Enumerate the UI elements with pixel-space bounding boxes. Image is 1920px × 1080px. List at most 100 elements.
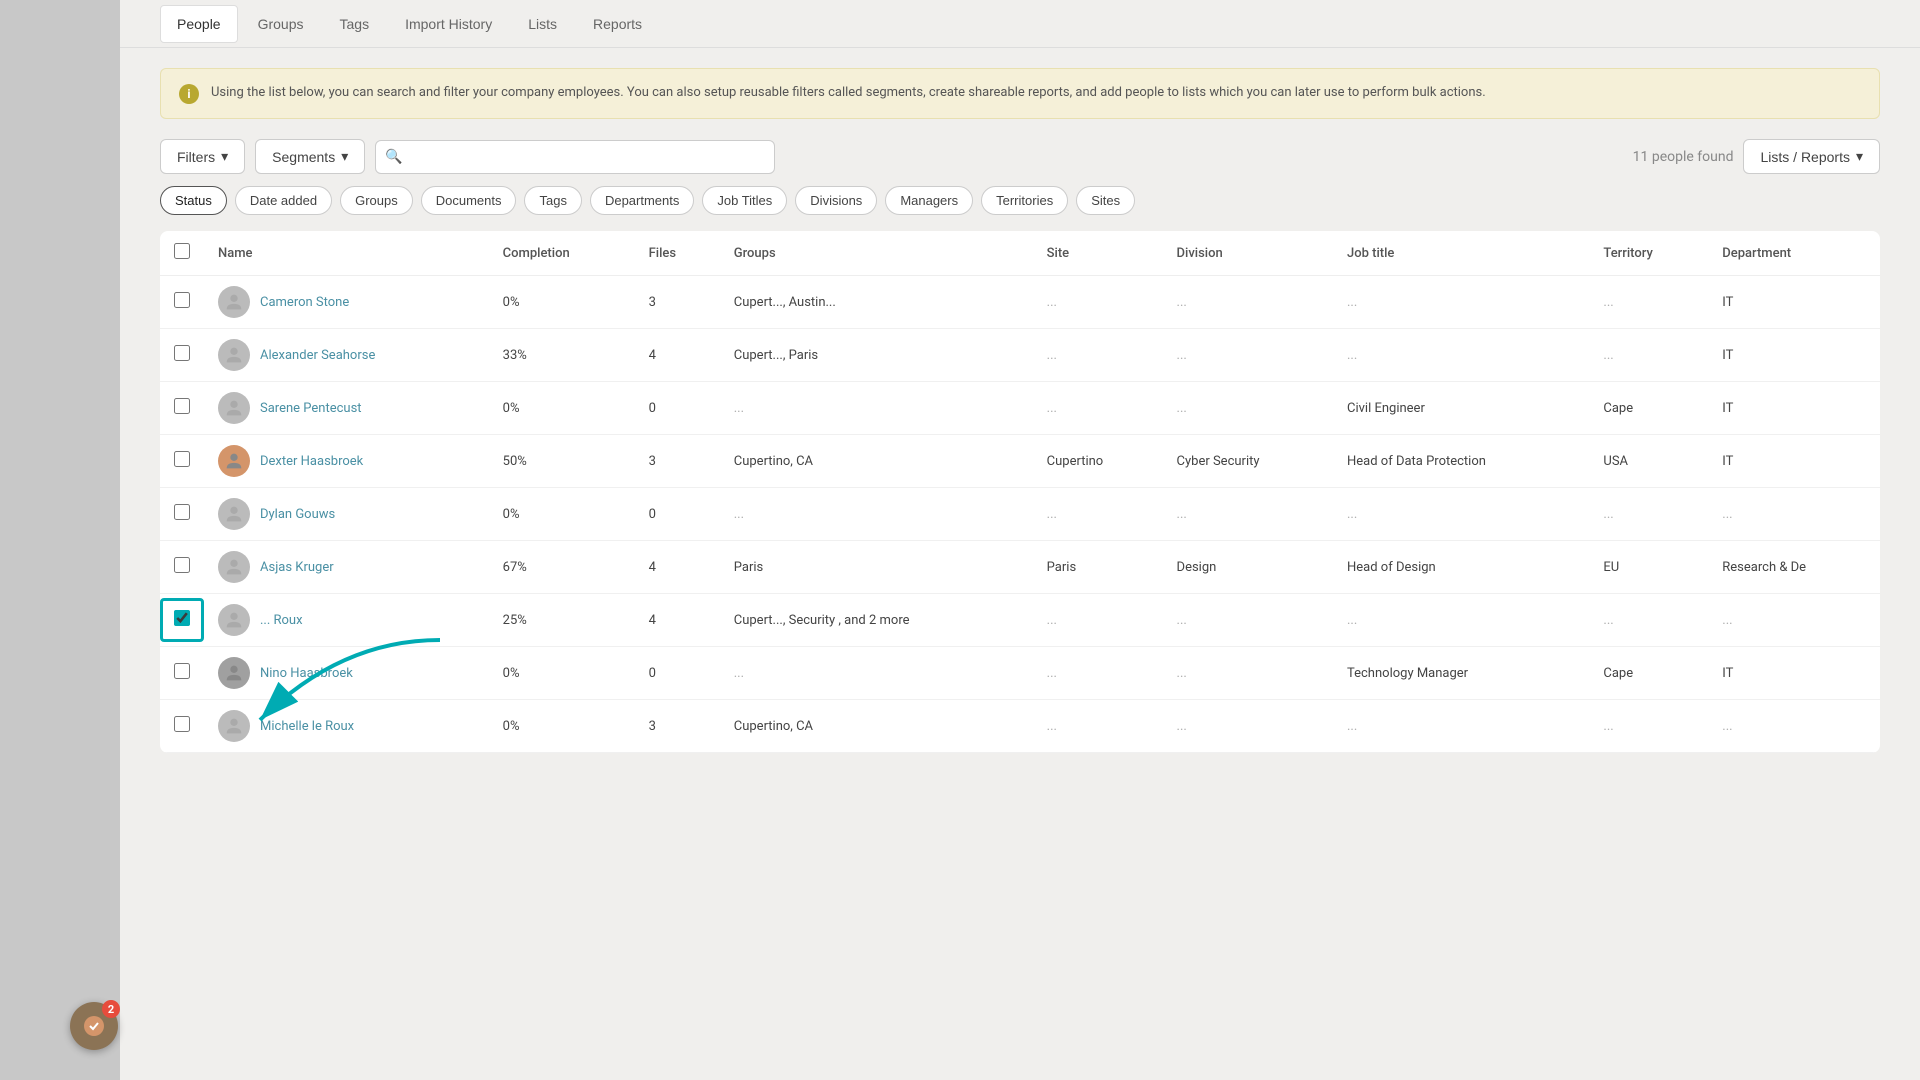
cell-territory: Cape — [1589, 647, 1708, 700]
cell-department: ... — [1708, 700, 1880, 753]
tab-groups[interactable]: Groups — [242, 6, 320, 42]
cell-job-title: Civil Engineer — [1333, 382, 1589, 435]
person-name-link[interactable]: ... Roux — [260, 613, 303, 628]
table-row: Alexander Seahorse33%4Cupert..., Paris..… — [160, 329, 1880, 382]
person-name-link[interactable]: Michelle le Roux — [260, 719, 354, 734]
table-row: Michelle le Roux0%3Cupertino, CA........… — [160, 700, 1880, 753]
cell-job-title: ... — [1333, 594, 1589, 647]
cell-name: Dylan Gouws — [204, 488, 489, 541]
person-name-link[interactable]: Asjas Kruger — [260, 560, 334, 575]
cell-groups: Cupert..., Paris — [720, 329, 1033, 382]
cell-department: IT — [1708, 382, 1880, 435]
tab-tags[interactable]: Tags — [324, 6, 386, 42]
row-checkbox[interactable] — [174, 504, 190, 520]
tab-lists[interactable]: Lists — [512, 6, 573, 42]
cell-name: ... Roux — [204, 594, 489, 647]
cell-department: Research & De — [1708, 541, 1880, 594]
filter-tag-job-titles[interactable]: Job Titles — [702, 186, 787, 215]
col-files: Files — [635, 231, 720, 276]
filter-tag-sites[interactable]: Sites — [1076, 186, 1135, 215]
cell-division: Cyber Security — [1163, 435, 1333, 488]
segments-label: Segments — [272, 149, 335, 165]
select-all-checkbox-cell — [160, 231, 204, 276]
cell-files: 0 — [635, 382, 720, 435]
cell-name: Cameron Stone — [204, 276, 489, 329]
tab-import-history[interactable]: Import History — [389, 6, 508, 42]
cell-territory: ... — [1589, 329, 1708, 382]
cell-groups: Cupertino, CA — [720, 435, 1033, 488]
cell-job-title: ... — [1333, 276, 1589, 329]
person-name-link[interactable]: Dylan Gouws — [260, 507, 335, 522]
filter-tag-departments[interactable]: Departments — [590, 186, 694, 215]
cell-groups: ... — [720, 382, 1033, 435]
filter-tag-tags[interactable]: Tags — [524, 186, 581, 215]
segments-button[interactable]: Segments ▾ — [255, 139, 365, 174]
cell-completion: 0% — [489, 382, 635, 435]
row-checkbox[interactable] — [174, 345, 190, 361]
cell-territory: USA — [1589, 435, 1708, 488]
cell-name: Sarene Pentecust — [204, 382, 489, 435]
select-all-checkbox[interactable] — [174, 243, 190, 259]
cell-files: 3 — [635, 435, 720, 488]
notification-badge[interactable]: 2 — [70, 1002, 118, 1050]
row-checkbox[interactable] — [174, 663, 190, 679]
cell-name: Asjas Kruger — [204, 541, 489, 594]
filter-tag-managers[interactable]: Managers — [885, 186, 973, 215]
table-row: Dexter Haasbroek50%3Cupertino, CACuperti… — [160, 435, 1880, 488]
cell-completion: 67% — [489, 541, 635, 594]
cell-name: Michelle le Roux — [204, 700, 489, 753]
tab-reports[interactable]: Reports — [577, 6, 658, 42]
person-name-link[interactable]: Cameron Stone — [260, 295, 349, 310]
filter-tag-documents[interactable]: Documents — [421, 186, 517, 215]
info-text: Using the list below, you can search and… — [211, 83, 1486, 103]
table-row: Sarene Pentecust0%0.........Civil Engine… — [160, 382, 1880, 435]
cell-site: ... — [1033, 647, 1163, 700]
cell-site: ... — [1033, 276, 1163, 329]
cell-territory: ... — [1589, 700, 1708, 753]
person-name-link[interactable]: Alexander Seahorse — [260, 348, 375, 363]
search-input[interactable] — [375, 140, 775, 174]
cell-department: IT — [1708, 276, 1880, 329]
filters-button[interactable]: Filters ▾ — [160, 139, 245, 174]
cell-job-title: ... — [1333, 488, 1589, 541]
col-department: Department — [1708, 231, 1880, 276]
row-checkbox[interactable] — [174, 451, 190, 467]
table-header-row: Name Completion Files Groups Site Divisi… — [160, 231, 1880, 276]
cell-completion: 0% — [489, 700, 635, 753]
cell-division: ... — [1163, 329, 1333, 382]
cell-division: ... — [1163, 276, 1333, 329]
cell-department: IT — [1708, 435, 1880, 488]
cell-groups: Cupert..., Austin... — [720, 276, 1033, 329]
row-checkbox[interactable] — [174, 610, 190, 626]
cell-department: ... — [1708, 488, 1880, 541]
person-name-link[interactable]: Dexter Haasbroek — [260, 454, 363, 469]
filter-tags-bar: Status Date added Groups Documents Tags … — [160, 186, 1880, 215]
tab-people[interactable]: People — [160, 5, 238, 43]
toolbar: Filters ▾ Segments ▾ 🔍 11 people found L… — [160, 139, 1880, 174]
col-division: Division — [1163, 231, 1333, 276]
cell-groups: ... — [720, 488, 1033, 541]
notification-count: 2 — [102, 1000, 120, 1018]
cell-territory: EU — [1589, 541, 1708, 594]
row-checkbox[interactable] — [174, 398, 190, 414]
segments-chevron-icon: ▾ — [341, 148, 348, 165]
filter-tag-groups[interactable]: Groups — [340, 186, 413, 215]
person-name-link[interactable]: Sarene Pentecust — [260, 401, 362, 416]
cell-division: Design — [1163, 541, 1333, 594]
cell-completion: 33% — [489, 329, 635, 382]
lists-reports-button[interactable]: Lists / Reports ▾ — [1743, 139, 1880, 174]
row-checkbox[interactable] — [174, 557, 190, 573]
col-territory: Territory — [1589, 231, 1708, 276]
col-groups: Groups — [720, 231, 1033, 276]
person-name-link[interactable]: Nino Haasbroek — [260, 666, 353, 681]
row-checkbox[interactable] — [174, 292, 190, 308]
info-banner: i Using the list below, you can search a… — [160, 68, 1880, 119]
filter-tag-territories[interactable]: Territories — [981, 186, 1068, 215]
cell-site: Paris — [1033, 541, 1163, 594]
cell-site: ... — [1033, 700, 1163, 753]
filter-tag-divisions[interactable]: Divisions — [795, 186, 877, 215]
cell-job-title: ... — [1333, 700, 1589, 753]
row-checkbox[interactable] — [174, 716, 190, 732]
filter-tag-date-added[interactable]: Date added — [235, 186, 332, 215]
filter-tag-status[interactable]: Status — [160, 186, 227, 215]
